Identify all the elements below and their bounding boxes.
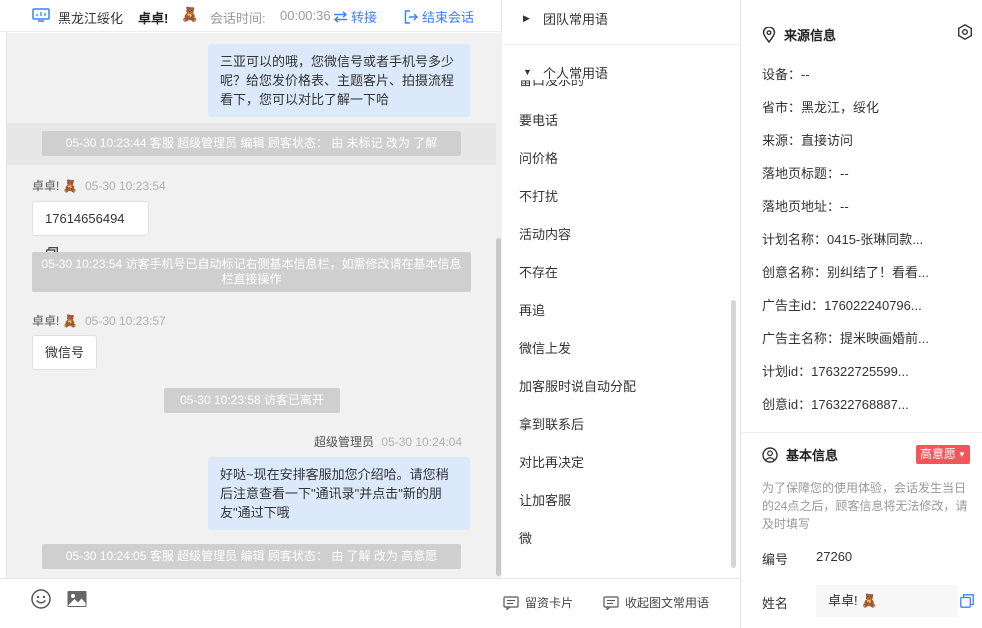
message-time: 05-30 10:24:04	[381, 435, 463, 449]
sender-name: 超级管理员	[314, 435, 375, 449]
visitor-emoji: 🧸	[181, 6, 199, 22]
info-plan-id: 计划id：176322725599...	[762, 364, 909, 379]
message-time: 05-30 10:23:57	[84, 314, 166, 328]
agent-message: 好哒~现在安排客服加您介绍哈。请您稍后注意查看一下"通讯录"并点击"新的朋友"通…	[208, 457, 470, 530]
copy-icon[interactable]	[960, 594, 974, 608]
phrase-item[interactable]: 微信上发	[519, 338, 571, 357]
phrase-item[interactable]: 留口没水的	[519, 80, 584, 89]
message-meta: 卓卓! 🧸 05-30 10:23:57	[32, 312, 166, 329]
message-time: 05-30 10:23:54	[84, 179, 166, 193]
agent-message: 三亚可以的哦，您微信号或者手机号多少呢？给您发价格表、主题客片、拍摄流程看下，您…	[208, 44, 470, 117]
phone-number: 17614656494	[45, 211, 125, 226]
phrase-item[interactable]: 加客服时说自动分配	[519, 376, 636, 395]
info-creative-id: 创意id：176322768887...	[762, 397, 909, 412]
number-value: 27260	[816, 549, 853, 564]
intent-status-label: 高意愿	[920, 447, 957, 461]
phrase-item[interactable]: 对比再决定	[519, 452, 584, 471]
number-label: 编号	[762, 552, 789, 567]
quick-reply-footer: 留资卡片 收起图文常用语	[503, 578, 741, 628]
phrase-item[interactable]: 微	[519, 528, 532, 547]
caret-down-icon: ▼	[523, 67, 532, 77]
system-message: 05-30 10:23:54 访客手机号已自动标记右侧基本信息栏，如需修改请在基…	[32, 252, 471, 292]
phrase-item[interactable]: 让加客服	[519, 490, 571, 509]
sender-name: 卓卓!	[32, 179, 60, 193]
emoji-icon[interactable]	[30, 588, 52, 610]
quick-reply-scrollbar[interactable]	[731, 300, 736, 568]
app-root: 黑龙江绥化 卓卓! 🧸 会话时间: 00:00:36 转接 结束会话 三亚可以的…	[0, 0, 982, 628]
logout-icon	[404, 9, 418, 24]
visitor-message: 17614656494	[32, 201, 149, 259]
visitor-message: 微信号	[32, 335, 97, 370]
info-landing-url: 落地页地址：--	[762, 199, 849, 214]
quick-reply-panel: ▶ 团队常用语 ▼ 个人常用语 留口没水的 要电话 问价格 不打扰 活动内容 不…	[503, 0, 741, 628]
visitor-emoji: 🧸	[62, 179, 78, 193]
phrase-item[interactable]: 不打扰	[519, 186, 558, 205]
message-meta: 超级管理员 05-30 10:24:04	[314, 433, 462, 450]
caret-right-icon: ▶	[523, 12, 530, 23]
end-session-button[interactable]: 结束会话	[404, 7, 474, 26]
phrase-item[interactable]: 不存在	[519, 262, 558, 281]
lead-card-label: 留资卡片	[525, 596, 574, 610]
divider	[742, 432, 982, 433]
info-source: 来源：直接访问	[762, 133, 854, 148]
location-icon	[762, 26, 776, 43]
message-meta: 卓卓! 🧸 05-30 10:23:54	[32, 177, 166, 194]
team-phrases-label: 团队常用语	[543, 11, 609, 27]
source-region: 黑龙江绥化	[58, 11, 124, 26]
info-plan-name: 计划名称：0415-张琳同款...	[762, 232, 924, 247]
name-field[interactable]: 卓卓! 🧸	[816, 585, 958, 617]
chat-left-strip	[0, 33, 7, 578]
chat-scrollbar[interactable]	[496, 238, 501, 576]
visitor-info-panel: 来源信息 设备：-- 省市：黑龙江，绥化 来源：直接访问 落地页标题：-- 落地…	[742, 0, 982, 628]
personal-phrases-label: 个人常用语	[543, 65, 609, 81]
monitor-icon	[32, 8, 50, 22]
source-info-title: 来源信息	[762, 25, 836, 44]
basic-info-label: 基本信息	[786, 448, 839, 463]
transfer-button[interactable]: 转接	[333, 7, 377, 26]
image-icon[interactable]	[66, 588, 88, 610]
phrase-item[interactable]: 要电话	[519, 110, 558, 129]
chat-header: 黑龙江绥化 卓卓! 🧸 会话时间: 00:00:36 转接 结束会话	[0, 0, 502, 32]
basic-info-title: 基本信息	[762, 445, 838, 464]
divider	[503, 44, 741, 45]
edit-deadline-note: 为了保障您的使用体验，会话发生当日的24点之后，顾客信息将无法修改，请及时填写	[762, 481, 968, 531]
phrase-item[interactable]: 活动内容	[519, 224, 571, 243]
session-time-label: 会话时间:	[210, 11, 266, 26]
info-landing-title: 落地页标题：--	[762, 166, 849, 181]
info-creative-name: 创意名称：别纠结了！看看...	[762, 265, 929, 280]
intent-status-badge[interactable]: 高意愿 ▼	[916, 445, 970, 464]
info-advertiser-id: 广告主id：176022240796...	[762, 298, 922, 313]
info-province: 省市：黑龙江，绥化	[762, 100, 880, 115]
visitor-name: 卓卓!	[138, 11, 169, 26]
collapse-phrases-button[interactable]: 收起图文常用语	[603, 594, 709, 611]
phrase-item[interactable]: 拿到联系后	[519, 414, 584, 433]
system-message: 05-30 10:24:05 客服 超级管理员 编辑 顾客状态： 由 了解 改为…	[42, 544, 461, 569]
transfer-icon	[333, 10, 348, 23]
name-field-value: 卓卓!	[828, 593, 858, 608]
system-message: 05-30 10:23:58 访客已离开	[164, 388, 340, 413]
settings-icon[interactable]	[957, 24, 973, 40]
end-session-label: 结束会话	[422, 10, 475, 25]
caret-down-icon: ▼	[958, 450, 966, 459]
visitor-emoji: 🧸	[861, 593, 878, 608]
collapse-phrases-label: 收起图文常用语	[625, 596, 710, 610]
info-advertiser-name: 广告主名称：提米映画婚前...	[762, 331, 929, 346]
phrase-item[interactable]: 问价格	[519, 148, 558, 167]
phrase-item[interactable]: 再追	[519, 300, 545, 319]
session-time-value: 00:00:36	[280, 8, 331, 23]
card-icon	[503, 595, 519, 610]
team-phrases-group[interactable]: ▶ 团队常用语	[503, 0, 741, 36]
message-icon	[603, 595, 619, 610]
name-label: 姓名	[762, 596, 789, 611]
info-device: 设备：--	[762, 67, 810, 82]
transfer-label: 转接	[351, 10, 378, 25]
user-icon	[762, 446, 778, 463]
sender-name: 卓卓!	[32, 314, 60, 328]
source-info-label: 来源信息	[784, 28, 837, 43]
chat-panel: 黑龙江绥化 卓卓! 🧸 会话时间: 00:00:36 转接 结束会话 三亚可以的…	[0, 0, 502, 628]
chat-toolbar	[0, 578, 502, 628]
lead-card-button[interactable]: 留资卡片	[503, 594, 573, 611]
visitor-emoji: 🧸	[62, 314, 78, 328]
system-message: 05-30 10:23:44 客服 超级管理员 编辑 顾客状态： 由 未标记 改…	[42, 131, 461, 156]
